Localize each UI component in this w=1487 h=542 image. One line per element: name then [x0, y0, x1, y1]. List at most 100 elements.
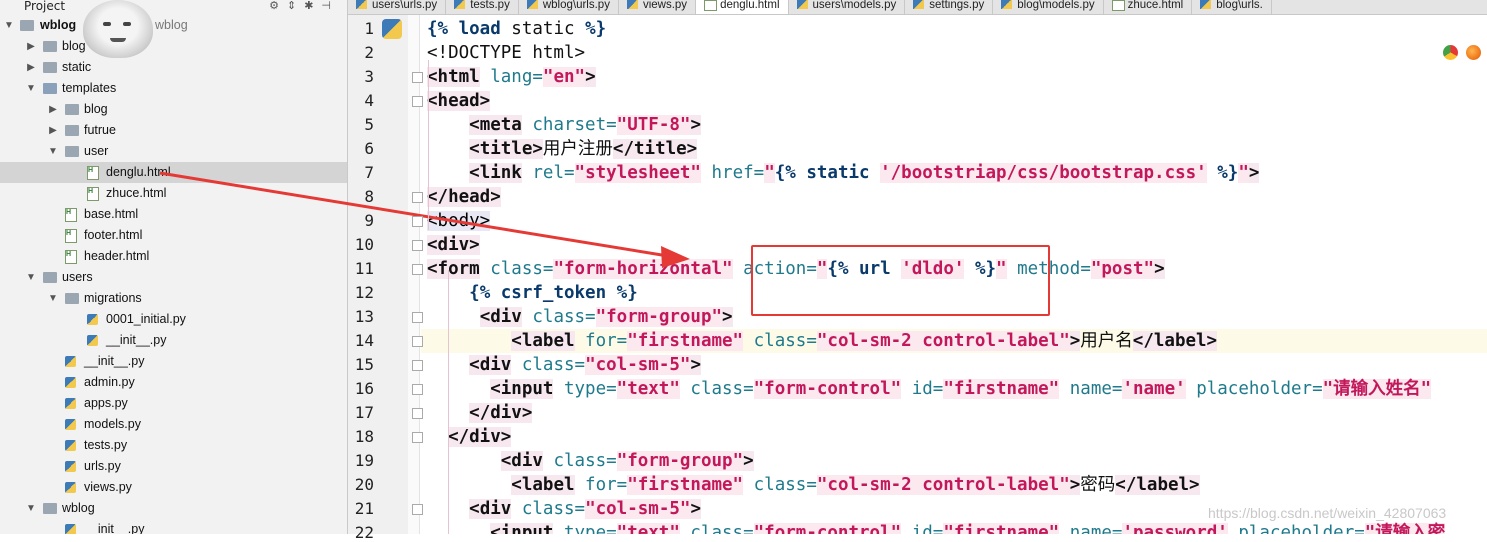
editor-tab[interactable]: wblog\urls.py	[519, 0, 619, 14]
code-line[interactable]: <body>	[421, 209, 1487, 233]
chevron-right-icon[interactable]: ▶	[26, 36, 36, 57]
fold-marker-icon[interactable]	[412, 240, 423, 251]
code-token: placeholder=	[1227, 523, 1365, 534]
code-token: rel=	[521, 163, 575, 183]
fold-marker-icon[interactable]	[412, 504, 423, 515]
code-line[interactable]: {% load static %}	[421, 17, 1487, 41]
tree-item[interactable]: ▼ wblog	[0, 498, 347, 519]
tree-item[interactable]: views.py	[0, 477, 347, 498]
fold-marker-icon[interactable]	[412, 264, 423, 275]
fold-marker-icon[interactable]	[412, 312, 423, 323]
fold-marker-icon[interactable]	[412, 336, 423, 347]
editor-tab[interactable]: views.py	[619, 0, 697, 14]
tree-root[interactable]: ▼ wblog wblog	[0, 15, 347, 36]
gear-icon[interactable]: ✱	[304, 0, 321, 12]
code-token: %}	[585, 19, 607, 39]
code-line[interactable]: <label for="firstname" class="col-sm-2 c…	[421, 473, 1487, 497]
code-token: "col-sm-2 control-label"	[816, 475, 1070, 495]
code-line[interactable]: </div>	[421, 425, 1487, 449]
tree-item[interactable]: apps.py	[0, 393, 347, 414]
fold-marker-icon[interactable]	[412, 96, 423, 107]
python-file-icon	[65, 377, 76, 388]
tree-item[interactable]: ▼ user	[0, 141, 347, 162]
chevron-down-icon[interactable]: ▼	[48, 288, 58, 309]
chevron-right-icon[interactable]: ▶	[48, 120, 58, 141]
fold-marker-icon[interactable]	[412, 360, 423, 371]
code-line[interactable]: <meta charset="UTF-8">	[421, 113, 1487, 137]
code-line[interactable]: <input type="text" class="form-control" …	[421, 521, 1487, 534]
code-line[interactable]: <div class="form-group">	[421, 449, 1487, 473]
tree-item[interactable]: footer.html	[0, 223, 347, 246]
project-panel: Project ⚙⇕✱⊣ ▼ wblog wblog ▶ blog ▶ static ▼…	[0, 0, 348, 534]
python-file-icon	[65, 440, 76, 451]
tree-item[interactable]: ▶ futrue	[0, 120, 347, 141]
editor-tab[interactable]: blog\models.py	[993, 0, 1104, 14]
code-line[interactable]: <div class="col-sm-5">	[421, 353, 1487, 377]
code-token: </div>	[448, 427, 512, 447]
fold-marker-icon[interactable]	[412, 408, 423, 419]
editor-tab[interactable]: settings.py	[905, 0, 994, 14]
python-file-icon	[454, 0, 466, 9]
tree-item[interactable]: 0001_initial.py	[0, 309, 347, 330]
tree-item[interactable]: ▼ users	[0, 267, 347, 288]
code-line[interactable]: <head>	[421, 89, 1487, 113]
editor-tab[interactable]: tests.py	[446, 0, 519, 14]
code-line[interactable]: <link rel="stylesheet" href="{% static '…	[421, 161, 1487, 185]
code-line[interactable]: <input type="text" class="form-control" …	[421, 377, 1487, 401]
collapse-icon[interactable]: ⇕	[287, 0, 304, 12]
editor-tab-label: blog\models.py	[1017, 0, 1095, 11]
editor-tab[interactable]: zhuce.html	[1104, 0, 1193, 14]
code-line[interactable]: </div>	[421, 401, 1487, 425]
fold-marker-icon[interactable]	[412, 384, 423, 395]
fold-marker-icon[interactable]	[412, 72, 423, 83]
tree-item[interactable]: ▶ blog	[0, 99, 347, 120]
tree-item[interactable]: tests.py	[0, 435, 347, 456]
chevron-down-icon[interactable]: ▼	[48, 141, 58, 162]
tree-item[interactable]: base.html	[0, 202, 347, 225]
tree-item[interactable]: models.py	[0, 414, 347, 435]
editor-tab-label: users\urls.py	[372, 0, 438, 11]
settings-icon[interactable]: ⚙	[269, 0, 287, 12]
fold-marker-icon[interactable]	[412, 192, 423, 203]
editor-tab[interactable]: users\urls.py	[348, 0, 447, 14]
chevron-right-icon[interactable]: ▶	[26, 57, 36, 78]
chevron-down-icon[interactable]: ▼	[26, 267, 36, 288]
editor-tab[interactable]: blog\urls.	[1192, 0, 1272, 14]
editor-tab[interactable]: users\models.py	[789, 0, 906, 14]
firefox-icon[interactable]	[1466, 45, 1481, 60]
tree-item[interactable]: ▼ migrations	[0, 288, 347, 309]
chevron-down-icon[interactable]: ▼	[26, 498, 36, 519]
tree-item[interactable]: ▼ templates	[0, 78, 347, 99]
fold-marker-icon[interactable]	[412, 432, 423, 443]
python-run-icon[interactable]	[382, 19, 402, 39]
tree-item[interactable]: zhuce.html	[0, 181, 347, 204]
hide-icon[interactable]: ⊣	[321, 0, 339, 12]
tree-item-label: 0001_initial.py	[106, 312, 186, 326]
tree-item[interactable]: ▶ static	[0, 57, 347, 78]
code-token: class=	[542, 451, 617, 471]
tree-item[interactable]: denglu.html	[0, 160, 347, 183]
chevron-right-icon[interactable]: ▶	[48, 99, 58, 120]
code-line[interactable]: <!DOCTYPE html>	[421, 41, 1487, 65]
code-line[interactable]: <label for="firstname" class="col-sm-2 c…	[421, 329, 1487, 353]
tree-item[interactable]: urls.py	[0, 456, 347, 477]
tree-item[interactable]: __init__.py	[0, 519, 347, 534]
code-line[interactable]: </head>	[421, 185, 1487, 209]
tree-item[interactable]: header.html	[0, 244, 347, 267]
tree-item[interactable]: ▶ blog	[0, 36, 347, 57]
code-line-text: <div class="col-sm-5">	[427, 353, 701, 377]
tree-item[interactable]: admin.py	[0, 372, 347, 393]
editor-tab[interactable]: denglu.html	[696, 0, 789, 14]
code-line[interactable]: <html lang="en">	[421, 65, 1487, 89]
chevron-down-icon[interactable]: ▼	[4, 15, 14, 36]
fold-marker-icon[interactable]	[412, 216, 423, 227]
tree-item[interactable]: __init__.py	[0, 330, 347, 351]
folder-icon	[43, 41, 57, 52]
project-panel-title[interactable]: Project	[24, 0, 65, 13]
tree-item[interactable]: __init__.py	[0, 351, 347, 372]
chevron-down-icon[interactable]: ▼	[26, 78, 36, 99]
html-file-icon	[87, 160, 99, 181]
code-token: load	[458, 19, 501, 39]
code-line[interactable]: <title>用户注册</title>	[421, 137, 1487, 161]
chrome-icon[interactable]	[1443, 45, 1458, 60]
